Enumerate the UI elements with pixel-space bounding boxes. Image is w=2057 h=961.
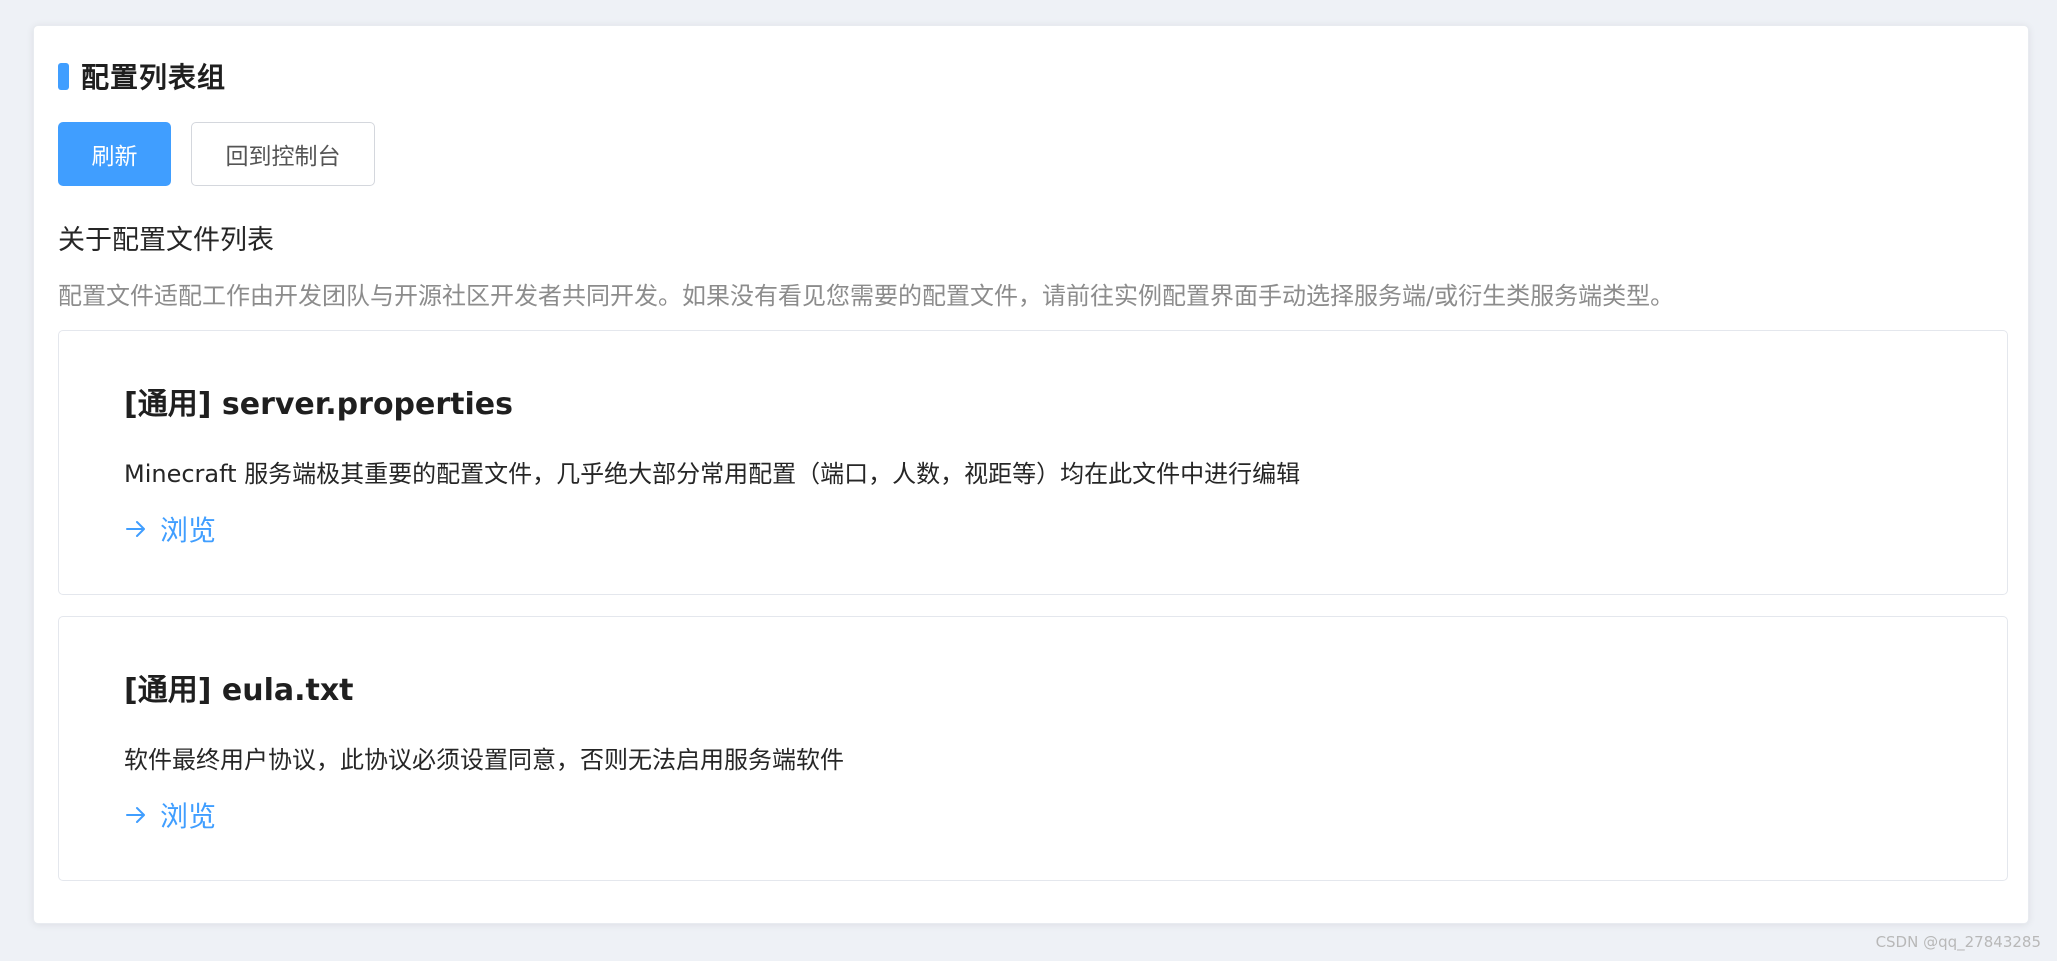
config-card: [通用] eula.txt 软件最终用户协议，此协议必须设置同意，否则无法启用服… <box>58 616 2008 881</box>
browse-link[interactable]: 浏览 <box>124 509 216 549</box>
arrow-right-icon <box>126 807 145 823</box>
title-accent-bar <box>58 62 69 90</box>
config-list-panel: 配置列表组 刷新 回到控制台 关于配置文件列表 配置文件适配工作由开发团队与开源… <box>33 25 2029 924</box>
config-card-title: [通用] server.properties <box>124 387 514 422</box>
panel-header: 配置列表组 <box>58 56 226 96</box>
browse-link-label: 浏览 <box>160 800 217 833</box>
config-card-description: Minecraft 服务端极其重要的配置文件，几乎绝大部分常用配置（端口，人数，… <box>124 460 1301 488</box>
config-card-title: [通用] eula.txt <box>124 673 354 708</box>
config-card: [通用] server.properties Minecraft 服务端极其重要… <box>58 330 2008 595</box>
section-description: 配置文件适配工作由开发团队与开源社区开发者共同开发。如果没有看见您需要的配置文件… <box>58 282 1675 310</box>
toolbar: 刷新 回到控制台 <box>58 122 375 186</box>
back-to-console-button[interactable]: 回到控制台 <box>191 122 375 186</box>
arrow-right-icon <box>126 521 145 537</box>
browse-link-label: 浏览 <box>160 514 217 547</box>
browse-link[interactable]: 浏览 <box>124 795 216 835</box>
section-title: 关于配置文件列表 <box>58 225 274 256</box>
panel-title: 配置列表组 <box>81 61 227 94</box>
refresh-button[interactable]: 刷新 <box>58 122 171 186</box>
config-card-description: 软件最终用户协议，此协议必须设置同意，否则无法启用服务端软件 <box>124 746 844 774</box>
watermark: CSDN @qq_27843285 <box>1875 933 2041 951</box>
